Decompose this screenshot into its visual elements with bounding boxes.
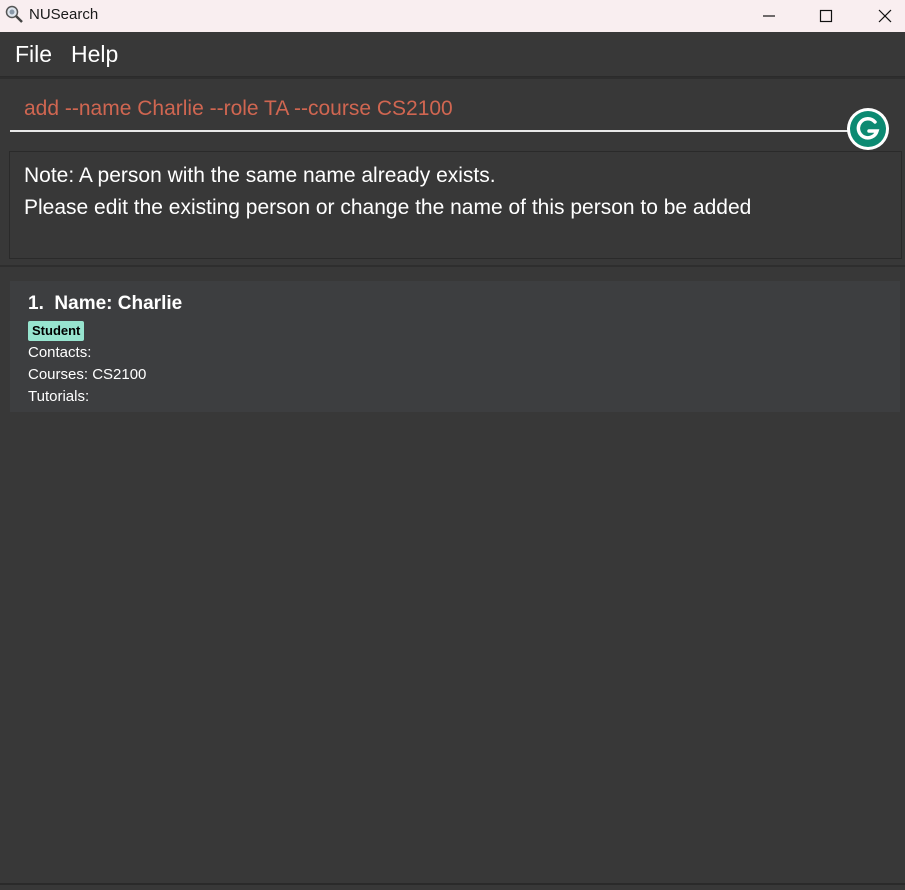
person-name-text: Name: Charlie — [54, 293, 183, 314]
person-card[interactable]: 1. Name: Charlie Student Contacts: Cours… — [10, 281, 900, 412]
result-line-1: Note: A person with the same name alread… — [24, 164, 496, 187]
minimize-icon — [763, 15, 775, 17]
minimize-button[interactable] — [740, 0, 798, 32]
divider — [0, 77, 905, 79]
person-index: 1. — [28, 293, 44, 314]
menu-help[interactable]: Help — [71, 41, 118, 68]
person-name: 1. Name: Charlie — [28, 293, 182, 315]
result-display: Note: A person with the same name alread… — [9, 151, 902, 259]
grammarly-icon[interactable] — [846, 107, 890, 151]
close-icon — [878, 9, 892, 23]
maximize-icon — [819, 9, 833, 23]
title-bar: NUSearch — [0, 0, 905, 32]
divider — [0, 265, 905, 267]
person-tutorials: Tutorials: — [28, 388, 90, 405]
person-courses: Courses: CS2100 — [28, 366, 147, 383]
menu-file[interactable]: File — [15, 41, 52, 68]
window-title: NUSearch — [29, 6, 99, 23]
menu-bar: File Help — [0, 32, 905, 77]
result-line-2: Please edit the existing person or chang… — [24, 196, 752, 219]
role-tag: Student — [28, 321, 85, 341]
person-contacts: Contacts: — [28, 344, 92, 361]
magnifier-app-icon — [5, 5, 23, 23]
command-input[interactable] — [10, 88, 885, 132]
close-button[interactable] — [856, 0, 905, 32]
status-bar-divider — [0, 883, 905, 885]
maximize-button[interactable] — [797, 0, 855, 32]
